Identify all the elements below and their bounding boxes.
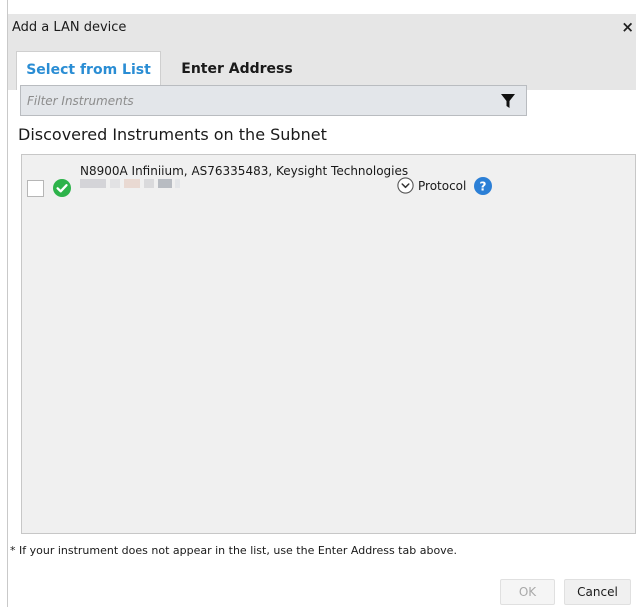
svg-text:?: ? — [480, 180, 487, 194]
cancel-button[interactable]: Cancel — [564, 579, 631, 605]
check-circle-icon — [53, 179, 71, 197]
section-heading: Discovered Instruments on the Subnet — [18, 125, 327, 144]
window-left-edge — [0, 0, 8, 607]
chevron-down-circle-icon[interactable] — [397, 177, 414, 194]
dialog-title: Add a LAN device — [12, 20, 127, 35]
instrument-address-redacted — [80, 179, 180, 188]
filter-funnel-icon[interactable] — [500, 93, 516, 109]
list-item: N8900A Infiniium, AS76335483, Keysight T… — [22, 155, 635, 201]
tab-strip: Select from List Enter Address — [8, 43, 636, 90]
close-icon[interactable]: × — [621, 18, 634, 36]
filter-instruments-field — [20, 85, 527, 116]
instrument-checkbox[interactable] — [27, 180, 44, 197]
dialog-titlebar: Add a LAN device × — [8, 14, 636, 43]
instrument-list: N8900A Infiniium, AS76335483, Keysight T… — [21, 154, 636, 534]
protocol-label: Protocol — [418, 179, 467, 193]
filter-instruments-input[interactable] — [21, 86, 491, 115]
ok-button[interactable]: OK — [500, 579, 555, 605]
add-lan-device-dialog: Add a LAN device × Select from List Ente… — [8, 14, 636, 607]
instrument-name: N8900A Infiniium, AS76335483, Keysight T… — [80, 164, 409, 178]
help-footnote: * If your instrument does not appear in … — [10, 544, 457, 557]
question-circle-icon[interactable]: ? — [474, 177, 492, 195]
